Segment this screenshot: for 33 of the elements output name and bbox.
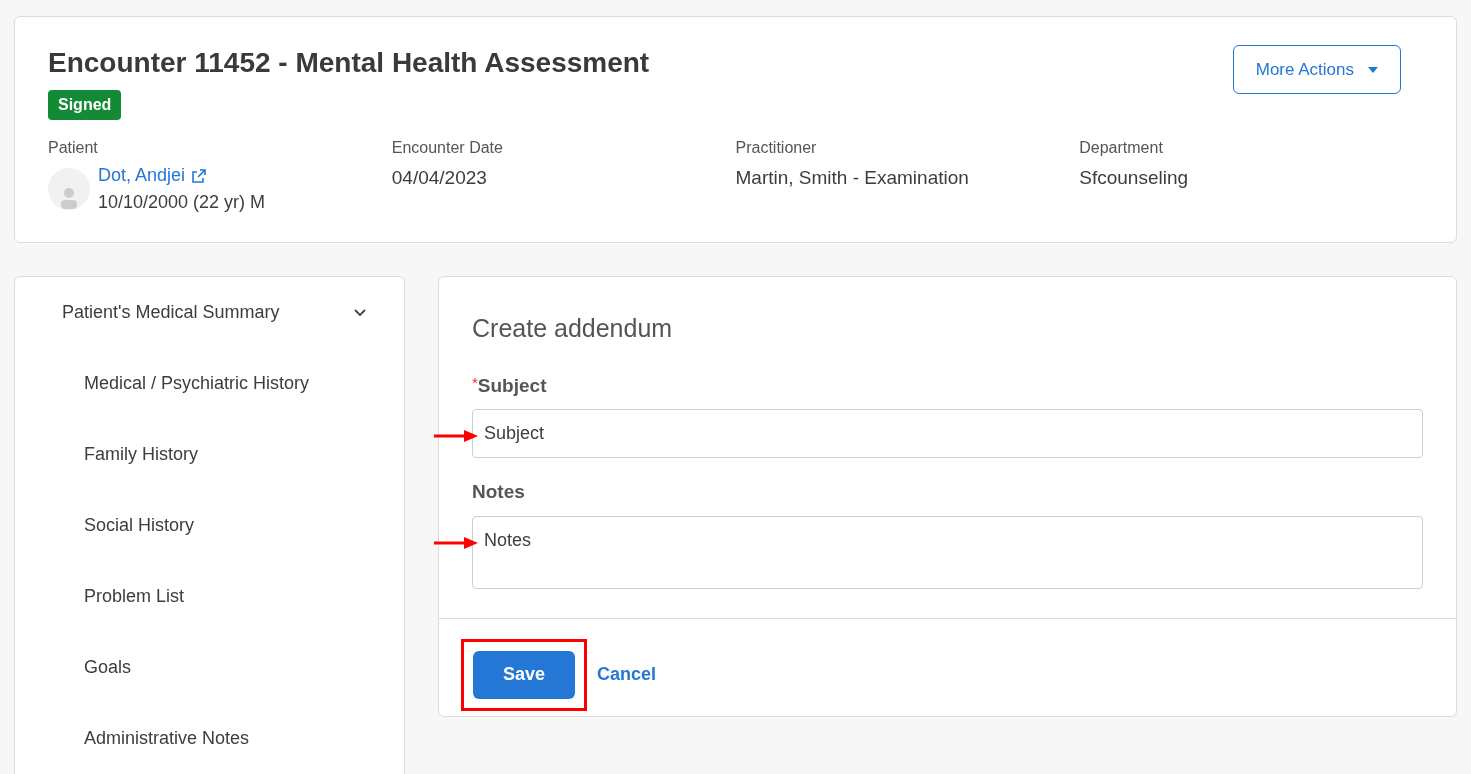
annotation-arrow xyxy=(434,536,478,549)
chevron-icon[interactable] xyxy=(354,308,366,317)
sidebar-item[interactable]: Goals xyxy=(84,654,132,681)
sidebar-item[interactable]: Problem List xyxy=(84,583,185,610)
save-button[interactable]: Save xyxy=(473,650,575,699)
field-label: Practitioner xyxy=(735,138,818,158)
field-label: Patient xyxy=(48,138,99,158)
caret-icon xyxy=(1368,66,1378,73)
external-link-icon[interactable] xyxy=(191,167,208,184)
field-label: Subject xyxy=(477,373,547,398)
sidebar-item[interactable]: Administrative Notes xyxy=(84,725,250,752)
field-value: 04/04/2023 xyxy=(391,166,488,190)
required-marker: * xyxy=(472,372,478,391)
field-label: Encounter Date xyxy=(391,138,504,158)
cancel-link[interactable]: Cancel xyxy=(597,661,657,688)
more-actions-button[interactable]: More Actions xyxy=(1232,45,1401,94)
sidebar-item[interactable]: Social History xyxy=(84,512,195,539)
encounter-title: Encounter 11452 - Mental Health Assessment xyxy=(48,46,650,80)
subject-field[interactable]: Subject xyxy=(472,409,1423,458)
avatar-icon xyxy=(48,168,90,210)
field-label: Department xyxy=(1079,138,1164,158)
status-badge: Signed xyxy=(48,90,122,120)
patient-details: 10/10/2000 (22 yr) M xyxy=(98,191,266,214)
form-title: Create addendum xyxy=(472,313,674,344)
notes-field[interactable]: Notes xyxy=(472,515,1423,589)
field-label: Notes xyxy=(472,480,525,504)
sidebar-item[interactable]: Medical / Psychiatric History xyxy=(84,370,310,397)
sidebar-item[interactable]: Family History xyxy=(84,441,198,468)
field-value: Martin, Smith - Examination xyxy=(735,166,970,190)
annotation-arrow xyxy=(434,430,478,442)
sidebar-item[interactable]: Patient's Medical Summary xyxy=(62,299,280,326)
field-value: Sfcounseling xyxy=(1079,166,1190,190)
patient-link[interactable]: Dot, Andjei xyxy=(98,162,186,189)
